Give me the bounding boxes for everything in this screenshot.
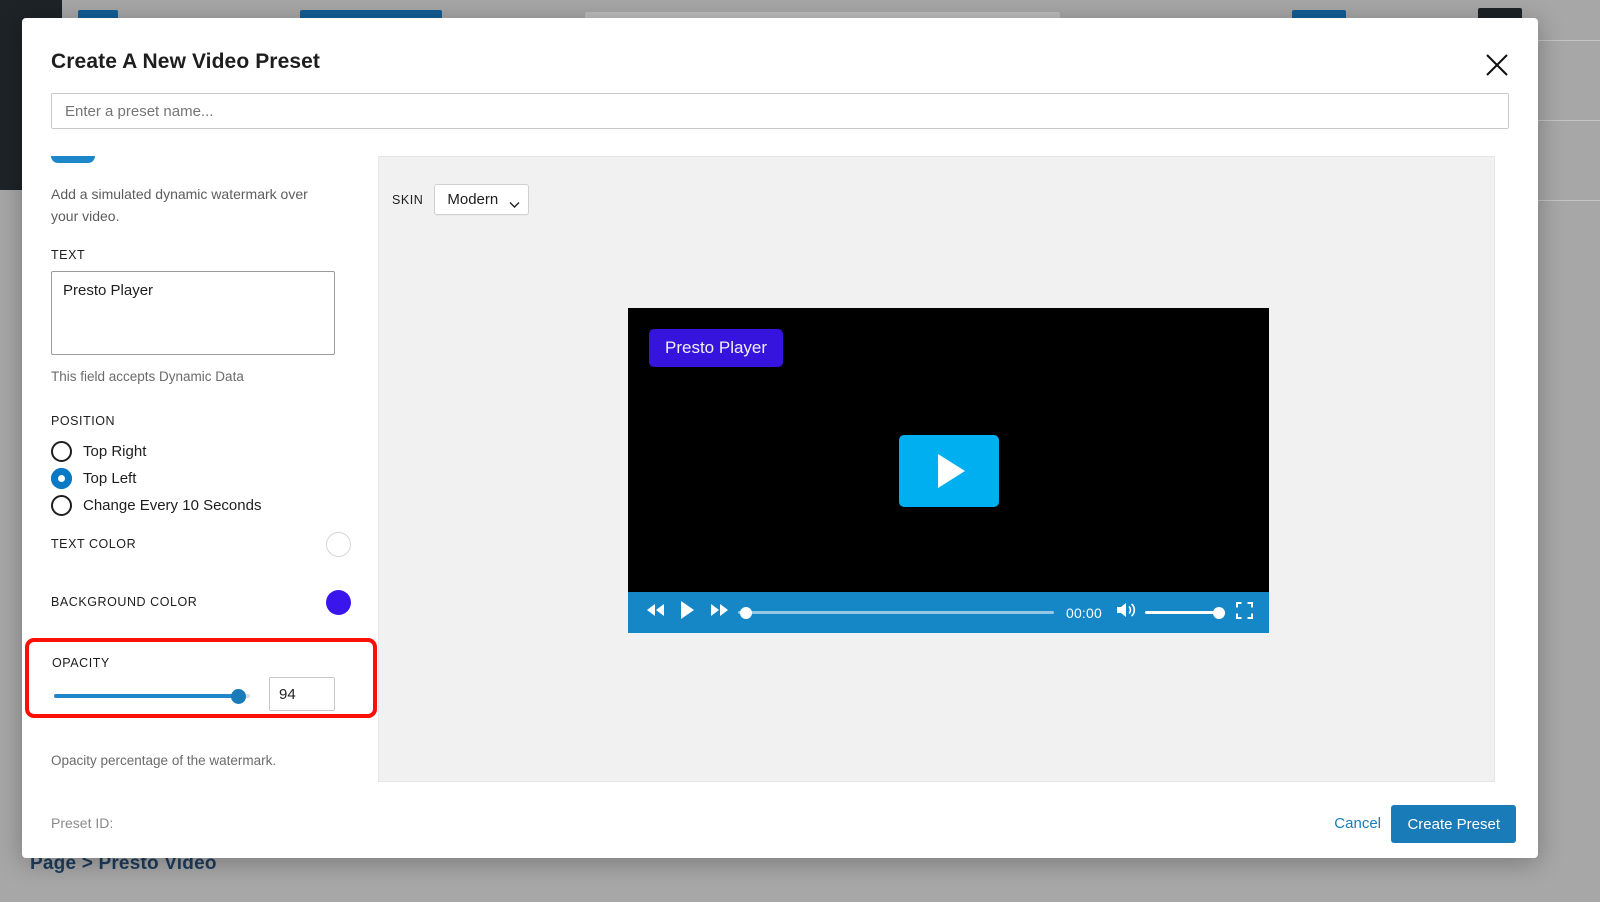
modal-body: Add a simulated dynamic watermark over y… bbox=[22, 156, 1538, 792]
preset-id-label: Preset ID: bbox=[51, 815, 113, 831]
create-preset-button[interactable]: Create Preset bbox=[1391, 805, 1516, 843]
fullscreen-icon bbox=[1236, 602, 1253, 624]
volume-button[interactable] bbox=[1111, 601, 1141, 624]
video-player-preview: Presto Player bbox=[628, 308, 1269, 633]
background-divider bbox=[1538, 40, 1600, 41]
watermark-description: Add a simulated dynamic watermark over y… bbox=[51, 184, 337, 227]
current-time: 00:00 bbox=[1066, 605, 1102, 621]
radio-icon bbox=[51, 441, 72, 462]
progress-track bbox=[738, 611, 1054, 614]
position-option-label: Top Right bbox=[83, 443, 146, 460]
opacity-setting-highlighted: OPACITY bbox=[25, 638, 377, 718]
position-option-label: Top Left bbox=[83, 470, 136, 487]
skin-select[interactable]: Modern bbox=[434, 184, 529, 215]
background-color-swatch[interactable] bbox=[326, 590, 351, 615]
background-divider bbox=[1538, 120, 1600, 121]
fast-forward-button[interactable] bbox=[704, 603, 734, 622]
play-button-large[interactable] bbox=[899, 435, 999, 507]
volume-slider[interactable] bbox=[1145, 604, 1225, 622]
text-field-label: TEXT bbox=[51, 248, 351, 262]
player-control-bar: 00:00 bbox=[628, 592, 1269, 633]
page-title: Create A New Video Preset bbox=[51, 50, 320, 74]
preview-panel: SKIN Modern Presto Player bbox=[378, 156, 1495, 782]
skin-select-value: Modern bbox=[447, 191, 498, 208]
position-option-change-every-10-seconds[interactable]: Change Every 10 Seconds bbox=[51, 492, 261, 519]
position-option-top-left[interactable]: Top Left bbox=[51, 465, 261, 492]
preset-name-input[interactable] bbox=[51, 93, 1509, 129]
play-icon bbox=[938, 454, 965, 488]
rewind-button[interactable] bbox=[640, 603, 670, 622]
close-button[interactable] bbox=[1478, 46, 1516, 84]
modal-header: Create A New Video Preset bbox=[22, 18, 1538, 102]
opacity-number-input[interactable] bbox=[269, 677, 335, 711]
progress-thumb[interactable] bbox=[740, 607, 752, 619]
watermark-settings-panel: Add a simulated dynamic watermark over y… bbox=[22, 156, 378, 792]
watermark-text-field-group: TEXT This field accepts Dynamic Data bbox=[51, 248, 351, 384]
fullscreen-button[interactable] bbox=[1231, 602, 1257, 624]
fast-forward-icon bbox=[710, 603, 729, 622]
background-color-label: BACKGROUND COLOR bbox=[51, 595, 197, 609]
volume-thumb[interactable] bbox=[1213, 607, 1225, 619]
slider-thumb[interactable] bbox=[231, 689, 246, 704]
cancel-button[interactable]: Cancel bbox=[1328, 814, 1387, 833]
text-color-label: TEXT COLOR bbox=[51, 537, 136, 551]
opacity-slider[interactable] bbox=[54, 685, 250, 707]
watermark-overlay: Presto Player bbox=[649, 329, 783, 367]
slider-track bbox=[54, 694, 250, 698]
modal-footer: Preset ID: Cancel Create Preset bbox=[22, 792, 1538, 858]
opacity-hint: Opacity percentage of the watermark. bbox=[51, 753, 276, 768]
watermark-enable-toggle[interactable] bbox=[51, 156, 95, 163]
create-video-preset-modal: Create A New Video Preset Add a simulate… bbox=[22, 18, 1538, 858]
play-button[interactable] bbox=[670, 600, 704, 625]
position-radio-group: POSITION Top Right Top Left Change Every… bbox=[51, 414, 261, 519]
text-color-row: TEXT COLOR bbox=[51, 531, 351, 557]
position-label: POSITION bbox=[51, 414, 261, 428]
skin-selector-row: SKIN Modern bbox=[392, 184, 529, 215]
preview-panel-wrapper: SKIN Modern Presto Player bbox=[378, 156, 1517, 792]
watermark-text-input[interactable] bbox=[51, 271, 335, 355]
background-content-area bbox=[0, 860, 1600, 902]
position-option-top-right[interactable]: Top Right bbox=[51, 438, 261, 465]
dynamic-data-hint: This field accepts Dynamic Data bbox=[51, 369, 351, 384]
text-color-swatch[interactable] bbox=[326, 532, 351, 557]
slider-fill bbox=[54, 694, 238, 698]
radio-icon bbox=[51, 495, 72, 516]
chevron-down-icon bbox=[509, 196, 518, 205]
rewind-icon bbox=[646, 603, 665, 622]
background-divider bbox=[1538, 200, 1600, 201]
opacity-label: OPACITY bbox=[52, 656, 110, 670]
close-icon bbox=[1484, 52, 1510, 78]
radio-icon-selected bbox=[51, 468, 72, 489]
play-icon bbox=[679, 600, 695, 625]
volume-icon bbox=[1116, 601, 1137, 624]
position-option-label: Change Every 10 Seconds bbox=[83, 497, 261, 514]
progress-slider[interactable] bbox=[738, 604, 1054, 622]
preset-name-field-wrapper bbox=[51, 93, 1509, 129]
background-color-row: BACKGROUND COLOR bbox=[51, 589, 351, 615]
skin-label: SKIN bbox=[392, 193, 423, 207]
